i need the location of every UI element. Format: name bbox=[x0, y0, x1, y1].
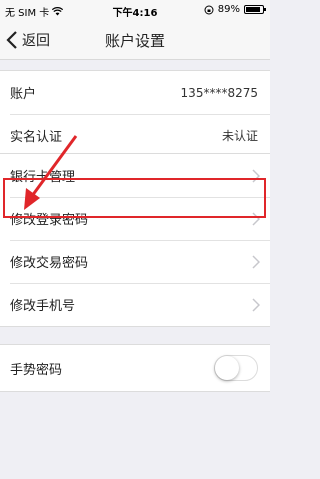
realname-row[interactable]: 实名认证 未认证 bbox=[0, 114, 270, 157]
battery-percent: 89% bbox=[217, 4, 240, 15]
status-right: 89% bbox=[204, 4, 266, 15]
login-password-row[interactable]: 修改登录密码 bbox=[0, 197, 270, 240]
page-title: 账户设置 bbox=[104, 32, 165, 50]
status-bar: 无 SIM 卡 下午4:16 89% bbox=[0, 0, 270, 20]
trade-password-label: 修改交易密码 bbox=[10, 256, 89, 271]
chevron-right-icon bbox=[252, 212, 260, 226]
chevron-right-icon bbox=[252, 298, 260, 312]
battery-fill bbox=[246, 7, 261, 12]
chevron-right-icon bbox=[252, 169, 260, 183]
trade-password-row[interactable]: 修改交易密码 bbox=[0, 240, 270, 283]
navigation-bar: 返回 账户设置 bbox=[0, 20, 270, 60]
login-password-label: 修改登录密码 bbox=[10, 213, 89, 228]
chevron-right-icon bbox=[252, 255, 260, 269]
bank-card-label: 银行卡管理 bbox=[10, 170, 76, 185]
bank-card-row[interactable]: 银行卡管理 bbox=[0, 154, 270, 197]
realname-label: 实名认证 bbox=[10, 130, 63, 145]
gesture-password-toggle[interactable] bbox=[214, 355, 258, 381]
realname-status: 未认证 bbox=[221, 129, 258, 143]
gesture-group: 手势密码 bbox=[0, 344, 270, 392]
account-info-group: 账户 135****8275 实名认证 未认证 bbox=[0, 70, 270, 158]
account-row: 账户 135****8275 bbox=[0, 71, 270, 114]
account-value: 135****8275 bbox=[180, 85, 258, 100]
battery-icon bbox=[244, 5, 266, 14]
gesture-password-label: 手势密码 bbox=[10, 362, 63, 378]
security-settings-group: 银行卡管理 修改登录密码 修改交易密码 修改手机号 bbox=[0, 153, 270, 327]
toggle-knob bbox=[215, 356, 239, 380]
rotation-lock-icon bbox=[204, 5, 214, 14]
gesture-password-row: 手势密码 bbox=[0, 345, 270, 391]
phone-row[interactable]: 修改手机号 bbox=[0, 283, 270, 326]
account-label: 账户 bbox=[10, 87, 37, 102]
phone-label: 修改手机号 bbox=[10, 299, 76, 314]
